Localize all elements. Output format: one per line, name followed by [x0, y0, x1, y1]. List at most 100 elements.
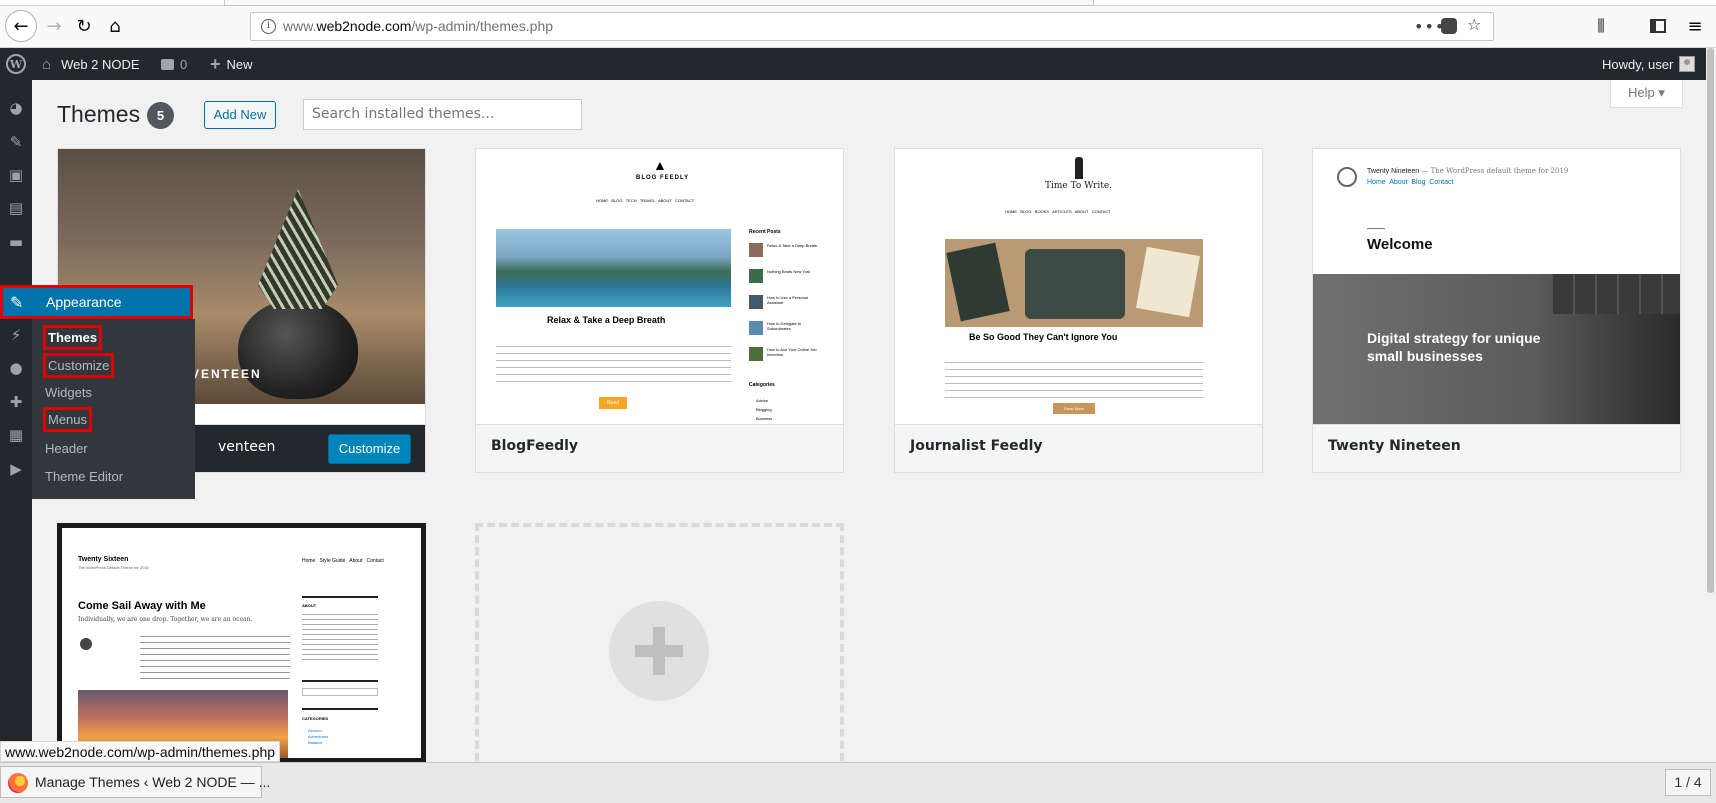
shot-sidebar-rule — [302, 680, 378, 682]
themes-page: Themes 5 Add New Search installed themes… — [32, 80, 1706, 773]
theme-card-journalist-feedly[interactable]: Time To Write. HOME BLOG BOOKS ARTICLES … — [894, 148, 1263, 473]
submenu-item-menus[interactable]: Menus — [43, 407, 93, 432]
scrollbar-thumb[interactable] — [1707, 48, 1714, 593]
sidebar-toggle-button[interactable] — [1644, 12, 1672, 40]
plugins-icon[interactable]: ⚡ — [6, 325, 26, 345]
home-button[interactable]: ⌂ — [101, 12, 129, 40]
taskbar-window-button[interactable]: Manage Themes ‹ Web 2 NODE — ... — [0, 766, 270, 798]
new-content-menu[interactable]: + New — [210, 48, 253, 80]
help-label: Help — [1628, 85, 1655, 100]
bookmark-star-icon[interactable]: ☆ — [1467, 15, 1481, 34]
plant-pot-graphic — [238, 299, 358, 399]
os-taskbar: Manage Themes ‹ Web 2 NODE — ... 1 / 4 — [0, 762, 1716, 803]
sidebar-item-appearance[interactable]: ✎ Appearance — [0, 285, 193, 319]
theme-card-blogfeedly[interactable]: ▲ BLOG FEEDLY HOME BLOG TECH TRAVEL ABOU… — [475, 148, 844, 473]
page-title: Themes — [57, 101, 141, 127]
theme-card-twenty-sixteen[interactable]: Twenty Sixteen The WordPress Default The… — [57, 523, 426, 763]
shot-hero-image — [496, 229, 731, 307]
submenu-item-widgets[interactable]: Widgets — [43, 384, 94, 401]
comments-menu[interactable]: 0 — [161, 48, 187, 80]
site-name-menu[interactable]: ⌂ Web 2 NODE — [42, 48, 140, 80]
posts-pin-icon[interactable]: ✎ — [6, 132, 26, 152]
theme-name: Journalist Feedly — [910, 438, 1043, 454]
my-account-menu[interactable]: Howdy, user — [1602, 48, 1696, 80]
workspace-pager[interactable]: 1 / 4 — [1665, 769, 1711, 796]
pocket-icon[interactable] — [1441, 18, 1457, 34]
shot-category: Adventures — [308, 734, 329, 739]
shot-welcome: Welcome — [1367, 236, 1433, 253]
wp-logo-menu[interactable]: W — [6, 48, 26, 80]
home-icon: ⌂ — [42, 55, 52, 73]
submenu-item-theme-editor[interactable]: Theme Editor — [43, 468, 125, 485]
shot-text-lines — [945, 362, 1203, 398]
recent-post-title: How to Ace Your Online Job Interview — [767, 347, 817, 357]
shot-read-button: Read — [599, 397, 627, 409]
comment-icon — [161, 58, 174, 70]
submenu-item-themes[interactable]: Themes — [43, 325, 103, 350]
shot-brand: Twenty Sixteen — [78, 556, 129, 563]
comments-icon[interactable]: ▬ — [6, 232, 26, 252]
shot-brand-name: Twenty Nineteen — [1367, 168, 1420, 175]
submenu-item-customize[interactable]: Customize — [43, 353, 115, 378]
theme-name: venteen — [218, 439, 276, 455]
shot-brand: BLOG FEEDLY — [636, 175, 690, 181]
recent-post-title: How to Delegate to Subordinates — [767, 321, 802, 331]
reload-button[interactable]: ↻ — [70, 12, 98, 40]
recent-post-thumb — [749, 321, 763, 335]
theme-screenshot: Twenty Nineteen — The WordPress default … — [1313, 149, 1680, 424]
media-icon[interactable]: ▣ — [6, 165, 26, 185]
shot-link: About — [1389, 179, 1408, 186]
shot-nav: HOME BLOG BOOKS ARTICLES ABOUT CONTACT — [1005, 209, 1111, 214]
typewriter-graphic — [1025, 249, 1125, 319]
dropdown-arrow-icon: ▾ — [1658, 85, 1665, 100]
url-text[interactable]: www.web2node.com/wp-admin/themes.php — [283, 18, 553, 34]
menu-button[interactable]: ≡ — [1681, 12, 1709, 40]
recent-post-thumb — [749, 269, 763, 283]
dashboard-icon[interactable]: ◕ — [6, 98, 26, 118]
shot-category: Almond — [308, 728, 322, 733]
shot-brand: Twenty Nineteen — The WordPress default … — [1367, 167, 1568, 175]
submenu-item-header[interactable]: Header — [43, 440, 90, 457]
theme-count-badge: 5 — [147, 102, 174, 129]
settings-icon[interactable]: ▦ — [6, 425, 26, 445]
recent-post-title: Relax & Take a Deep Breath — [767, 243, 818, 248]
url-bar[interactable]: i www.web2node.com/wp-admin/themes.php •… — [250, 12, 1494, 41]
shot-link: Contact — [1429, 179, 1454, 186]
add-new-button[interactable]: Add New — [204, 101, 276, 129]
shot-subhead: Individually, we are one drop. Together,… — [78, 616, 253, 623]
shot-tagline: The WordPress Default Theme for 2016 — [78, 565, 149, 570]
shot-category: Advice — [756, 398, 769, 403]
url-prefix: www. — [283, 18, 317, 34]
shot-nav-item: About — [349, 558, 363, 564]
forward-button[interactable]: → — [40, 12, 68, 40]
shot-hero-image — [945, 239, 1203, 327]
page-scrollbar[interactable] — [1706, 48, 1716, 762]
library-icon: ⫼ — [1597, 16, 1605, 35]
customize-button[interactable]: Customize — [328, 434, 411, 464]
help-tab-button[interactable]: Help ▾ — [1610, 80, 1683, 108]
tools-wrench-icon[interactable]: ✚ — [6, 392, 26, 412]
collapse-menu-icon[interactable]: ▶ — [6, 459, 26, 479]
recent-post-thumb — [749, 295, 763, 309]
url-host: web2node.com — [316, 18, 412, 34]
shot-brand: Time To Write. — [1045, 181, 1113, 191]
wp-mini-logo-icon — [1337, 167, 1357, 187]
hamburger-icon: ≡ — [1687, 15, 1703, 37]
recent-post-title: How to Use a Personal Assistant — [767, 295, 808, 305]
pages-icon[interactable]: ▤ — [6, 198, 26, 218]
library-button[interactable]: ⫼ — [1587, 12, 1615, 40]
search-themes-input[interactable]: Search installed themes... — [303, 99, 582, 130]
shot-rule — [1367, 228, 1385, 229]
theme-card-twenty-nineteen[interactable]: Twenty Nineteen — The WordPress default … — [1312, 148, 1681, 473]
site-info-icon[interactable]: i — [261, 19, 276, 34]
shot-nav: HOME BLOG TECH TRAVEL ABOUT CONTACT — [596, 198, 695, 203]
add-new-theme-card[interactable] — [475, 523, 844, 773]
shot-search-box — [302, 688, 378, 696]
shot-text-lines — [496, 346, 731, 386]
site-name: Web 2 NODE — [61, 56, 140, 72]
back-button[interactable]: ← — [5, 10, 37, 42]
shot-read-more-button: Read More — [1053, 403, 1095, 414]
shot-nav-item: Style Guide — [319, 558, 346, 564]
shot-categories-title: CATEGORIES — [302, 716, 329, 721]
users-icon[interactable]: ● — [6, 358, 26, 378]
